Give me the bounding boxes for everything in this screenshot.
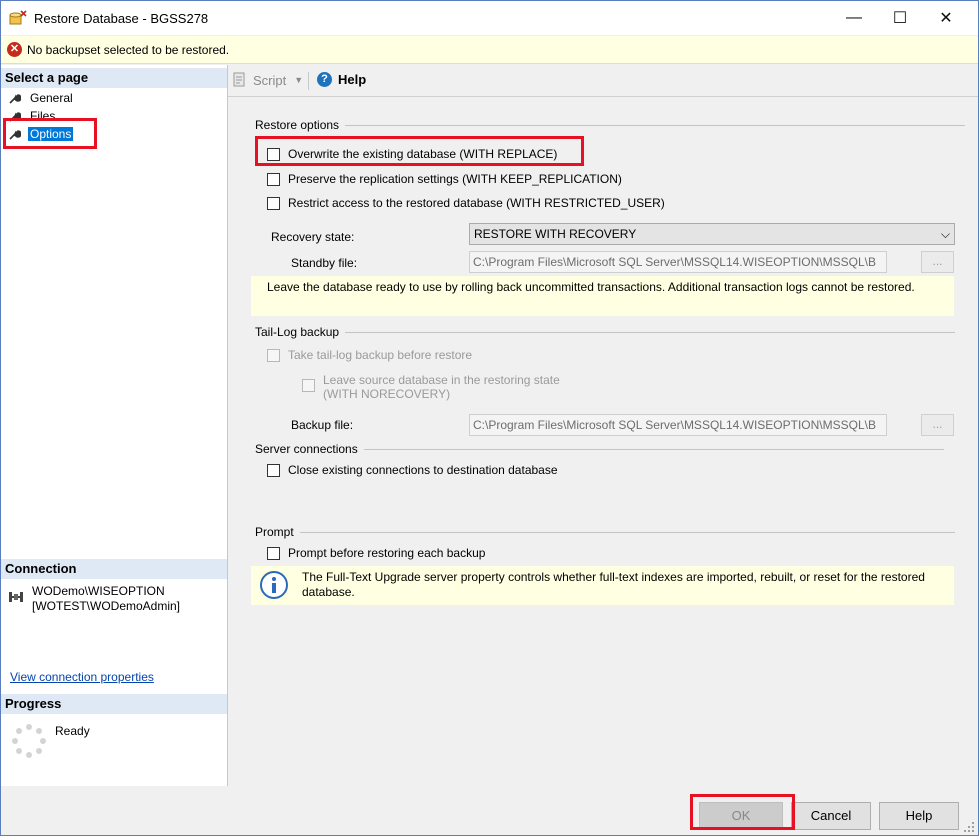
progress-status: Ready — [55, 724, 90, 738]
server-connections-group: Server connections — [255, 442, 944, 456]
toolbar-separator — [308, 72, 309, 90]
title-bar[interactable]: Restore Database - BGSS278 — ☐ ✕ — [1, 1, 978, 35]
server-connection-icon — [9, 592, 23, 602]
restrict-access-label: Restrict access to the restored database… — [288, 196, 665, 210]
checkbox-box[interactable] — [267, 197, 280, 210]
connection-info: WODemo\WISEOPTION [WOTEST\WODemoAdmin] — [32, 584, 180, 614]
help-button[interactable]: ? Help — [317, 72, 366, 87]
leave-source-checkbox[interactable]: Leave source database in the restoring s… — [302, 373, 560, 401]
take-tail-log-checkbox[interactable]: Take tail-log backup before restore — [267, 348, 472, 362]
progress-header: Progress — [1, 694, 227, 714]
standby-file-label: Standby file: — [291, 256, 358, 270]
wrench-icon — [9, 93, 21, 104]
standby-file-input[interactable]: C:\Program Files\Microsoft SQL Server\MS… — [469, 251, 887, 273]
view-connection-properties-link[interactable]: View connection properties — [10, 670, 154, 684]
standby-browse-button[interactable]: ... — [921, 251, 954, 273]
recovery-info-text: Leave the database ready to use by rolli… — [267, 280, 915, 294]
ok-button[interactable]: OK — [699, 802, 783, 830]
script-icon — [233, 72, 245, 87]
restrict-access-checkbox[interactable]: Restrict access to the restored database… — [267, 196, 665, 210]
page-item-label: General — [30, 90, 73, 105]
select-page-header: Select a page — [1, 68, 227, 88]
script-label: Script — [253, 72, 287, 88]
page-item-general[interactable]: General — [9, 89, 75, 106]
message-text: No backupset selected to be restored. — [27, 43, 230, 57]
cancel-button[interactable]: Cancel — [791, 802, 871, 830]
recovery-state-label: Recovery state: — [271, 230, 355, 244]
fulltext-info-box: The Full-Text Upgrade server property co… — [251, 566, 954, 605]
toolbar: Script ▼ ? Help — [228, 65, 978, 95]
leave-source-line1: Leave source database in the restoring s… — [323, 373, 560, 387]
checkbox-box[interactable] — [267, 349, 280, 362]
connection-user: [WOTEST\WODemoAdmin] — [32, 599, 181, 613]
tail-log-title: Tail-Log backup — [255, 325, 340, 339]
toolbar-divider — [228, 96, 978, 97]
restore-options-group: Restore options — [255, 118, 966, 132]
chevron-down-icon: ▼ — [294, 75, 304, 85]
maximize-button[interactable]: ☐ — [877, 1, 923, 35]
prompt-title: Prompt — [255, 525, 294, 539]
checkbox-box[interactable] — [302, 379, 315, 392]
chevron-down-icon: ⌵ — [940, 227, 950, 241]
overwrite-checkbox[interactable]: Overwrite the existing database (WITH RE… — [267, 147, 557, 161]
checkbox-box[interactable] — [267, 464, 280, 477]
resize-grip-icon[interactable] — [963, 821, 975, 833]
wrench-icon — [9, 111, 21, 122]
recovery-state-value: RESTORE WITH RECOVERY — [474, 227, 637, 241]
take-tail-log-label: Take tail-log backup before restore — [288, 348, 473, 362]
preserve-replication-checkbox[interactable]: Preserve the replication settings (WITH … — [267, 172, 622, 186]
minimize-button[interactable]: — — [831, 1, 877, 35]
progress-spinner-icon — [12, 724, 46, 758]
leave-source-line2: (WITH NORECOVERY) — [323, 387, 451, 401]
wrench-icon — [9, 129, 21, 140]
message-bar: ✕ No backupset selected to be restored. — [1, 36, 978, 64]
page-item-files[interactable]: Files — [9, 107, 57, 124]
fulltext-info-text: The Full-Text Upgrade server property co… — [302, 570, 925, 599]
connection-header: Connection — [1, 559, 227, 579]
left-panel: Select a page General Files Options Conn… — [1, 65, 228, 786]
page-item-label: Files — [30, 108, 56, 123]
close-connections-checkbox[interactable]: Close existing connections to destinatio… — [267, 463, 558, 477]
backup-browse-button[interactable]: ... — [921, 414, 954, 436]
window-title: Restore Database - BGSS278 — [34, 11, 209, 26]
script-button[interactable]: Script ▼ — [232, 72, 303, 88]
restore-database-icon — [9, 10, 27, 25]
checkbox-box[interactable] — [267, 148, 280, 161]
help-dialog-button[interactable]: Help — [879, 802, 959, 830]
page-item-label: Options — [28, 126, 74, 141]
restore-options-title: Restore options — [255, 118, 340, 132]
preserve-replication-label: Preserve the replication settings (WITH … — [288, 172, 622, 186]
server-connections-title: Server connections — [255, 442, 358, 456]
restore-database-dialog: Restore Database - BGSS278 — ☐ ✕ ✕ No ba… — [0, 0, 979, 836]
info-icon — [260, 571, 288, 599]
backup-file-input[interactable]: C:\Program Files\Microsoft SQL Server\MS… — [469, 414, 887, 436]
checkbox-box[interactable] — [267, 173, 280, 186]
backup-file-label: Backup file: — [291, 418, 354, 432]
error-icon: ✕ — [7, 42, 22, 57]
help-label: Help — [338, 72, 367, 87]
prompt-before-checkbox[interactable]: Prompt before restoring each backup — [267, 546, 485, 560]
page-item-options[interactable]: Options — [9, 125, 74, 142]
tail-log-group: Tail-Log backup — [255, 325, 956, 339]
recovery-info-box: Leave the database ready to use by rolli… — [251, 276, 954, 316]
options-page: Script ▼ ? Help Restore options Overwrit… — [228, 65, 978, 786]
prompt-before-label: Prompt before restoring each backup — [288, 546, 486, 560]
leave-source-label: Leave source database in the restoring s… — [323, 373, 560, 401]
recovery-state-select[interactable]: RESTORE WITH RECOVERY ⌵ — [469, 223, 955, 245]
checkbox-box[interactable] — [267, 547, 280, 560]
connection-server: WODemo\WISEOPTION — [32, 584, 165, 598]
close-connections-label: Close existing connections to destinatio… — [288, 463, 558, 477]
overwrite-label: Overwrite the existing database (WITH RE… — [288, 147, 558, 161]
prompt-group: Prompt — [255, 525, 955, 539]
help-icon: ? — [317, 72, 332, 87]
close-button[interactable]: ✕ — [923, 1, 969, 35]
